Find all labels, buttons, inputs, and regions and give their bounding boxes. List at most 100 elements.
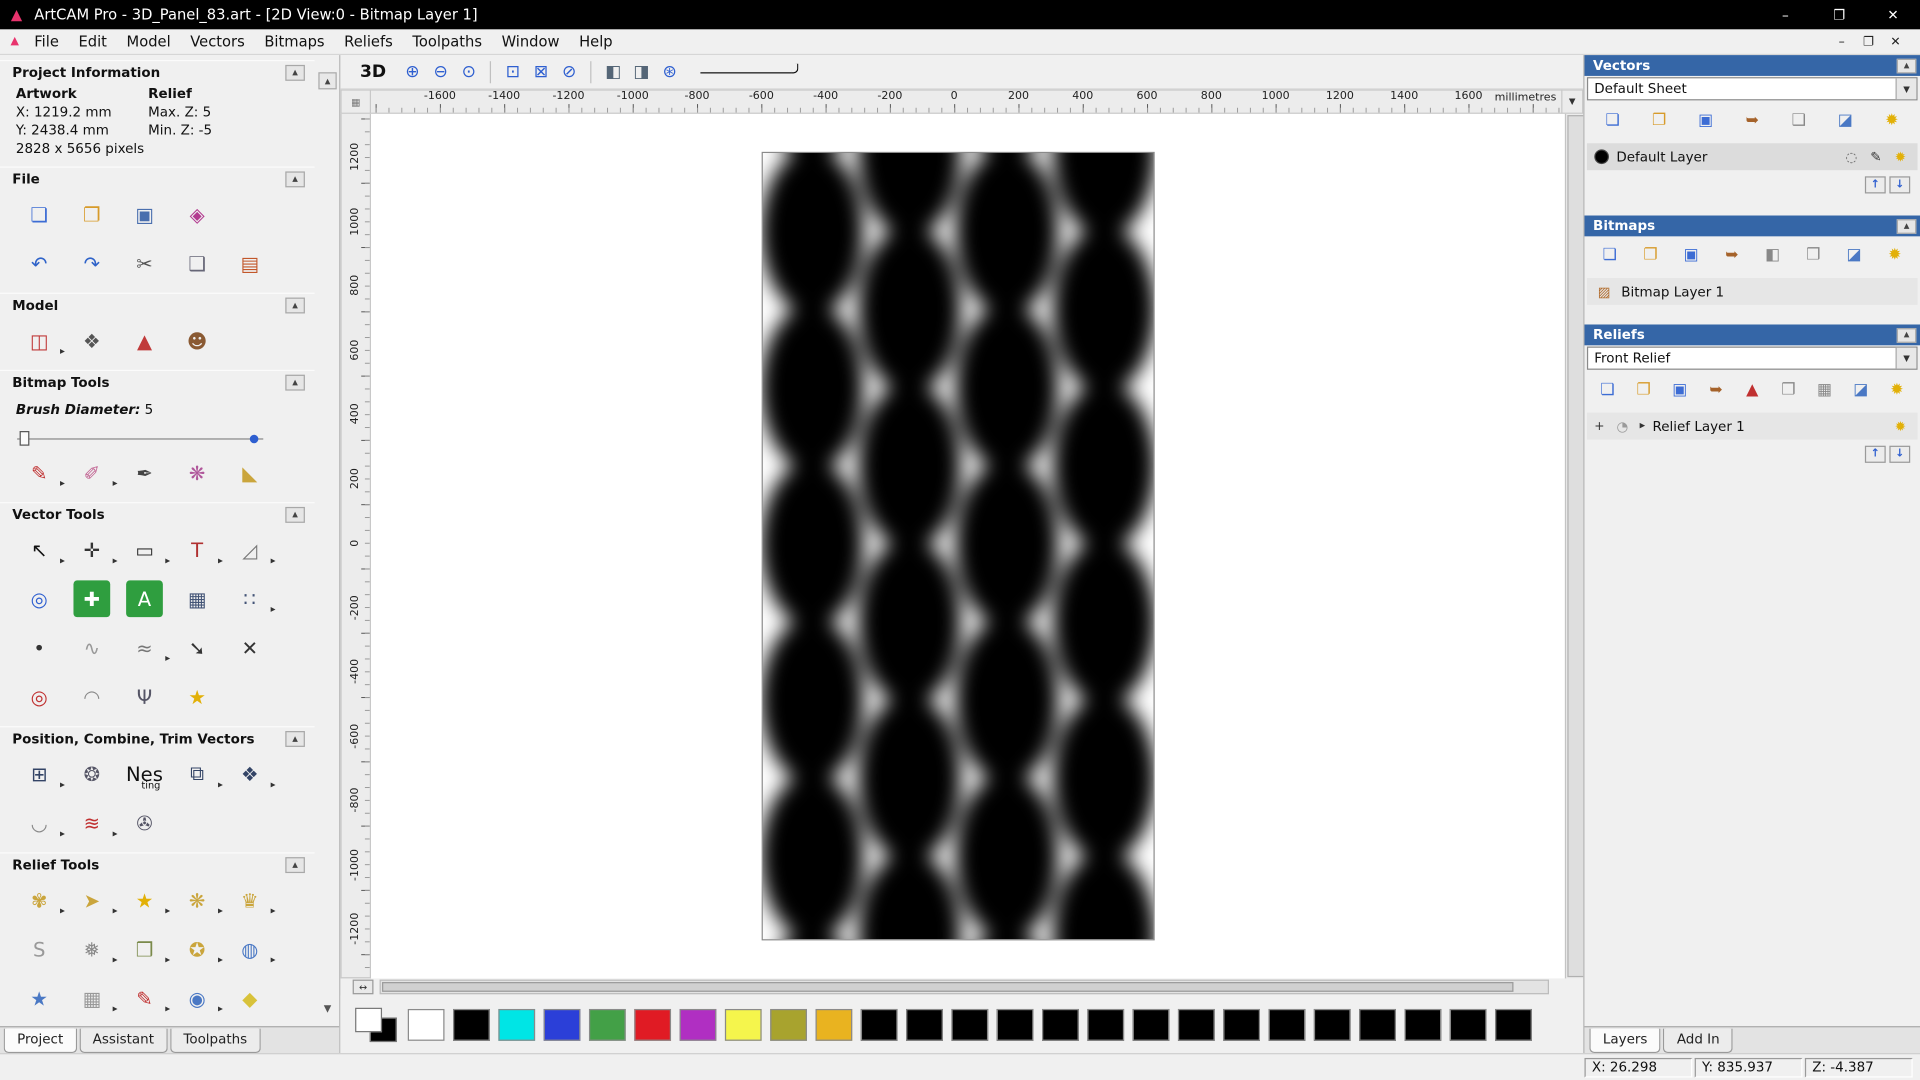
open-relief-icon[interactable]: ❐: [1629, 376, 1658, 403]
primary-secondary-colour-indicator[interactable]: [355, 1005, 399, 1044]
snap-toggle-icon[interactable]: ◌: [1842, 147, 1862, 167]
right-panel-tab[interactable]: Layers: [1589, 1029, 1661, 1053]
colour-swatch[interactable]: [1314, 1008, 1351, 1040]
collapse-section-button[interactable]: ▲: [285, 507, 305, 523]
colour-swatch[interactable]: [725, 1008, 762, 1040]
constrain-relief-icon[interactable]: ◍: [231, 931, 268, 968]
save-icon[interactable]: ▣: [126, 196, 163, 233]
ruler-corner-button[interactable]: ▦: [340, 89, 371, 113]
relief-layers-icon[interactable]: ❒: [126, 931, 163, 968]
arc-tool-icon[interactable]: ◠: [73, 678, 110, 715]
minimize-button[interactable]: –: [1758, 0, 1812, 29]
shape-editor-icon[interactable]: ✾: [21, 882, 58, 919]
import-bitmap-icon[interactable]: ➥: [1717, 241, 1746, 268]
layer-colour-swatch[interactable]: [1594, 149, 1609, 164]
delete-bitmap-layer-icon[interactable]: ◪: [1839, 241, 1868, 268]
next-view-icon[interactable]: ◨: [627, 58, 655, 85]
panel-scroll-down-button[interactable]: ▼: [318, 999, 336, 1016]
menu-item[interactable]: Reliefs: [334, 31, 402, 53]
zoom-objects-icon[interactable]: ⊠: [527, 58, 555, 85]
colour-swatch[interactable]: [453, 1008, 490, 1040]
colour-swatch[interactable]: [1178, 1008, 1215, 1040]
2d-view-canvas[interactable]: [371, 114, 1565, 978]
vector-doctor-icon[interactable]: ✚: [73, 580, 110, 617]
relief-texture-icon[interactable]: ▦: [1810, 376, 1839, 403]
colour-swatch[interactable]: [544, 1008, 581, 1040]
save-bitmap-icon[interactable]: ▣: [1676, 241, 1705, 268]
vertical-scrollbar[interactable]: [1565, 114, 1583, 978]
colour-picker-icon[interactable]: ✒: [126, 454, 163, 491]
trim-vectors-icon[interactable]: ✕: [231, 629, 268, 666]
collapse-section-button[interactable]: ▲: [285, 298, 305, 314]
panel-scroll-up-button[interactable]: ▲: [318, 72, 336, 89]
open-vector-layer-icon[interactable]: ❐: [1644, 107, 1673, 134]
fillet-tool-icon[interactable]: ◡: [21, 804, 58, 841]
menu-item[interactable]: Edit: [69, 31, 117, 53]
colour-swatch[interactable]: [816, 1008, 853, 1040]
colour-swatch[interactable]: [1404, 1008, 1441, 1040]
colour-swatch[interactable]: [408, 1008, 445, 1040]
array-copy-icon[interactable]: ❂: [73, 756, 110, 793]
move-layer-up-button[interactable]: ↑: [1865, 176, 1886, 193]
toggle-all-visibility-icon[interactable]: ✹: [1877, 107, 1906, 134]
left-panel-tab[interactable]: Toolpaths: [170, 1029, 261, 1053]
collapse-bitmaps-button[interactable]: ▲: [1897, 219, 1917, 234]
colour-swatch[interactable]: [770, 1008, 807, 1040]
import-vectors-icon[interactable]: ➥: [1738, 107, 1767, 134]
collapse-section-button[interactable]: ▲: [285, 857, 305, 873]
menu-item[interactable]: Bitmaps: [255, 31, 335, 53]
star-shape-icon[interactable]: ★: [21, 980, 58, 1017]
zoom-fit-icon[interactable]: ⊡: [499, 58, 527, 85]
text-tool-icon[interactable]: T: [179, 531, 216, 568]
menu-item[interactable]: Window: [492, 31, 570, 53]
bitmap-layer-row[interactable]: ▨ Bitmap Layer 1: [1587, 278, 1918, 305]
crown-relief-icon[interactable]: ♛: [231, 882, 268, 919]
colour-swatch[interactable]: [1133, 1008, 1170, 1040]
collapse-reliefs-button[interactable]: ▲: [1897, 328, 1917, 343]
smooth-relief-icon[interactable]: S: [21, 931, 58, 968]
new-model-icon[interactable]: ❏: [21, 196, 58, 233]
move-layer-up-button[interactable]: ↑: [1865, 446, 1886, 463]
slider-handle[interactable]: [20, 431, 30, 446]
weld-vectors-icon[interactable]: ❖: [231, 756, 268, 793]
vector-texture-icon[interactable]: ≋: [73, 804, 110, 841]
paint-icon[interactable]: ✎: [21, 454, 58, 491]
primary-colour-swatch[interactable]: [355, 1007, 382, 1031]
toggle-all-visibility-icon[interactable]: ✹: [1882, 376, 1911, 403]
colour-swatch[interactable]: [951, 1008, 988, 1040]
delete-relief-layer-icon[interactable]: ◪: [1846, 376, 1875, 403]
colour-swatch[interactable]: [997, 1008, 1034, 1040]
zoom-previous-icon[interactable]: ⊘: [555, 58, 583, 85]
colour-swatch[interactable]: [1042, 1008, 1079, 1040]
move-layer-down-button[interactable]: ↓: [1889, 176, 1910, 193]
sheet-selector[interactable]: Default Sheet ▼: [1587, 77, 1918, 100]
zoom-1to1-icon[interactable]: ⊙: [455, 58, 483, 85]
export-3d-icon[interactable]: ◈: [179, 196, 216, 233]
colour-swatch[interactable]: [861, 1008, 898, 1040]
relief-selector[interactable]: Front Relief ▼: [1587, 347, 1918, 370]
star-relief-icon[interactable]: ★: [126, 882, 163, 919]
colour-swatch[interactable]: [1087, 1008, 1124, 1040]
vector-sheet-icon[interactable]: ❑: [1784, 107, 1813, 134]
redo-icon[interactable]: ↷: [73, 245, 110, 282]
texture-relief-icon[interactable]: ❋: [179, 882, 216, 919]
collapse-section-button[interactable]: ▲: [285, 171, 305, 187]
chevron-down-icon[interactable]: ▼: [1896, 78, 1917, 99]
mdi-close-button[interactable]: ✕: [1886, 35, 1906, 48]
extrude-icon[interactable]: ◎: [21, 678, 58, 715]
copy-icon[interactable]: ❑: [179, 245, 216, 282]
select-vectors-icon[interactable]: ↖: [21, 531, 58, 568]
colour-swatch[interactable]: [906, 1008, 943, 1040]
collapse-section-button[interactable]: ▲: [285, 731, 305, 747]
open-bitmap-icon[interactable]: ❐: [1636, 241, 1665, 268]
colour-swatch[interactable]: [1359, 1008, 1396, 1040]
sculpting-icon[interactable]: ➤: [73, 882, 110, 919]
mdi-minimize-button[interactable]: –: [1832, 35, 1852, 48]
menu-item[interactable]: Vectors: [180, 31, 254, 53]
previous-view-icon[interactable]: ◧: [599, 58, 627, 85]
vector-layer-row[interactable]: Default Layer ◌✎✹: [1587, 143, 1918, 170]
collapse-vectors-button[interactable]: ▲: [1897, 58, 1917, 73]
emboss-icon[interactable]: ✪: [179, 931, 216, 968]
new-relief-layer-icon[interactable]: ❏: [1593, 376, 1622, 403]
slider-track[interactable]: [17, 438, 263, 439]
